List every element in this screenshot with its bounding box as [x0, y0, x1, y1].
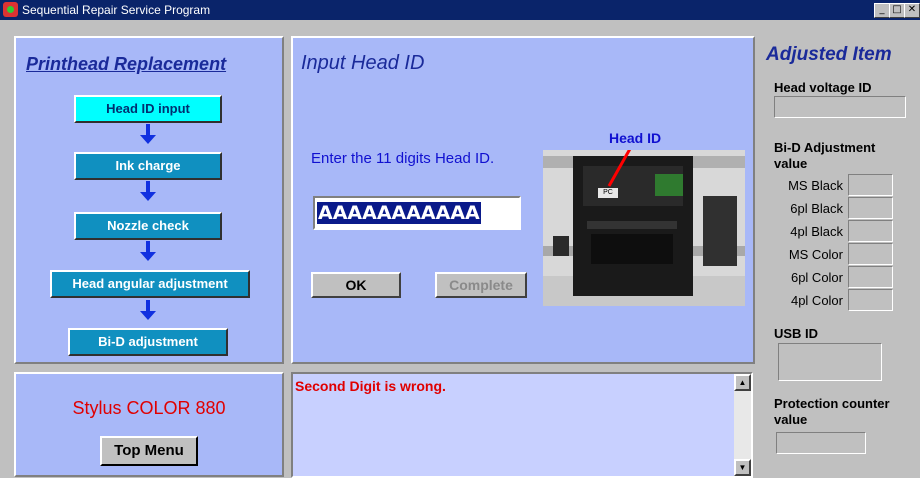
step-head-id-input[interactable]: Head ID input	[74, 95, 222, 123]
error-message: Second Digit is wrong.	[295, 378, 446, 394]
scroll-down-icon[interactable]: ▼	[734, 459, 751, 476]
bid-row-field	[848, 266, 893, 288]
adjusted-items-panel: Adjusted Item Head voltage ID Bi-D Adjus…	[762, 36, 920, 478]
scroll-up-icon[interactable]: ▲	[734, 374, 751, 391]
ok-button[interactable]: OK	[311, 272, 401, 298]
top-menu-button[interactable]: Top Menu	[100, 436, 198, 466]
protection-counter-label-value: value	[774, 412, 808, 427]
title-bar: Sequential Repair Service Program _ □ ✕	[0, 0, 920, 20]
step-ink-charge[interactable]: Ink charge	[74, 152, 222, 180]
head-voltage-field	[774, 96, 906, 118]
message-scrollbar[interactable]: ▲ ▼	[734, 374, 751, 476]
window-title: Sequential Repair Service Program	[22, 3, 211, 17]
bid-row-field	[848, 174, 893, 196]
usb-id-field	[778, 343, 882, 381]
complete-button[interactable]: Complete	[435, 272, 527, 298]
protection-counter-label: Protection counter	[774, 396, 890, 411]
printhead-photo-graphic	[543, 126, 745, 306]
app-icon	[3, 2, 18, 17]
head-id-value: AAAAAAAAAAA	[317, 202, 481, 224]
bid-row-field	[848, 243, 893, 265]
input-panel: Input Head ID Enter the 11 digits Head I…	[291, 36, 755, 364]
process-heading: Printhead Replacement	[26, 54, 227, 74]
usb-id-label: USB ID	[774, 326, 819, 341]
arrow-down-icon	[140, 241, 156, 261]
model-name: Stylus COLOR 880	[72, 398, 226, 418]
bid-row-label: MS Color	[788, 247, 843, 262]
model-panel: Stylus COLOR 880 Top Menu	[14, 372, 284, 477]
bid-row-field	[848, 289, 893, 311]
adjusted-items-heading: Adjusted Item	[766, 44, 892, 65]
bid-row-field	[848, 197, 893, 219]
arrow-down-icon	[140, 300, 156, 320]
message-panel: Second Digit is wrong. ▲ ▼	[291, 372, 753, 478]
minimize-button[interactable]: _	[874, 3, 890, 18]
restore-button[interactable]: □	[889, 3, 905, 18]
step-bi-d-adjustment[interactable]: Bi-D adjustment	[68, 328, 228, 356]
head-id-input[interactable]: AAAAAAAAAAA	[313, 196, 521, 230]
step-head-angular-adjustment[interactable]: Head angular adjustment	[50, 270, 250, 298]
bid-adjustment-label-value: value	[774, 156, 808, 171]
close-button[interactable]: ✕	[904, 3, 920, 18]
protection-counter-field	[776, 432, 866, 454]
bid-row-label: 6pl Black	[790, 201, 843, 216]
arrow-down-icon	[140, 124, 156, 144]
head-id-prompt: Enter the 11 digits Head ID.	[311, 150, 495, 167]
bid-row-label: 4pl Black	[790, 224, 843, 239]
head-voltage-label: Head voltage ID	[774, 80, 872, 95]
bid-row-field	[848, 220, 893, 242]
step-nozzle-check[interactable]: Nozzle check	[74, 212, 222, 240]
printhead-photo: Head ID PC	[543, 126, 745, 306]
arrow-down-icon	[140, 181, 156, 201]
bid-row-label: 6pl Color	[790, 270, 843, 285]
bid-row-label: 4pl Color	[790, 293, 843, 308]
head-id-caption: Head ID	[609, 130, 662, 146]
head-id-label-tag: PC	[603, 189, 613, 196]
bid-row-label: MS Black	[788, 178, 843, 193]
process-panel: Printhead Replacement Head ID input Ink …	[14, 36, 284, 364]
input-heading: Input Head ID	[301, 52, 425, 74]
bid-adjustment-label: Bi-D Adjustment	[774, 140, 876, 155]
